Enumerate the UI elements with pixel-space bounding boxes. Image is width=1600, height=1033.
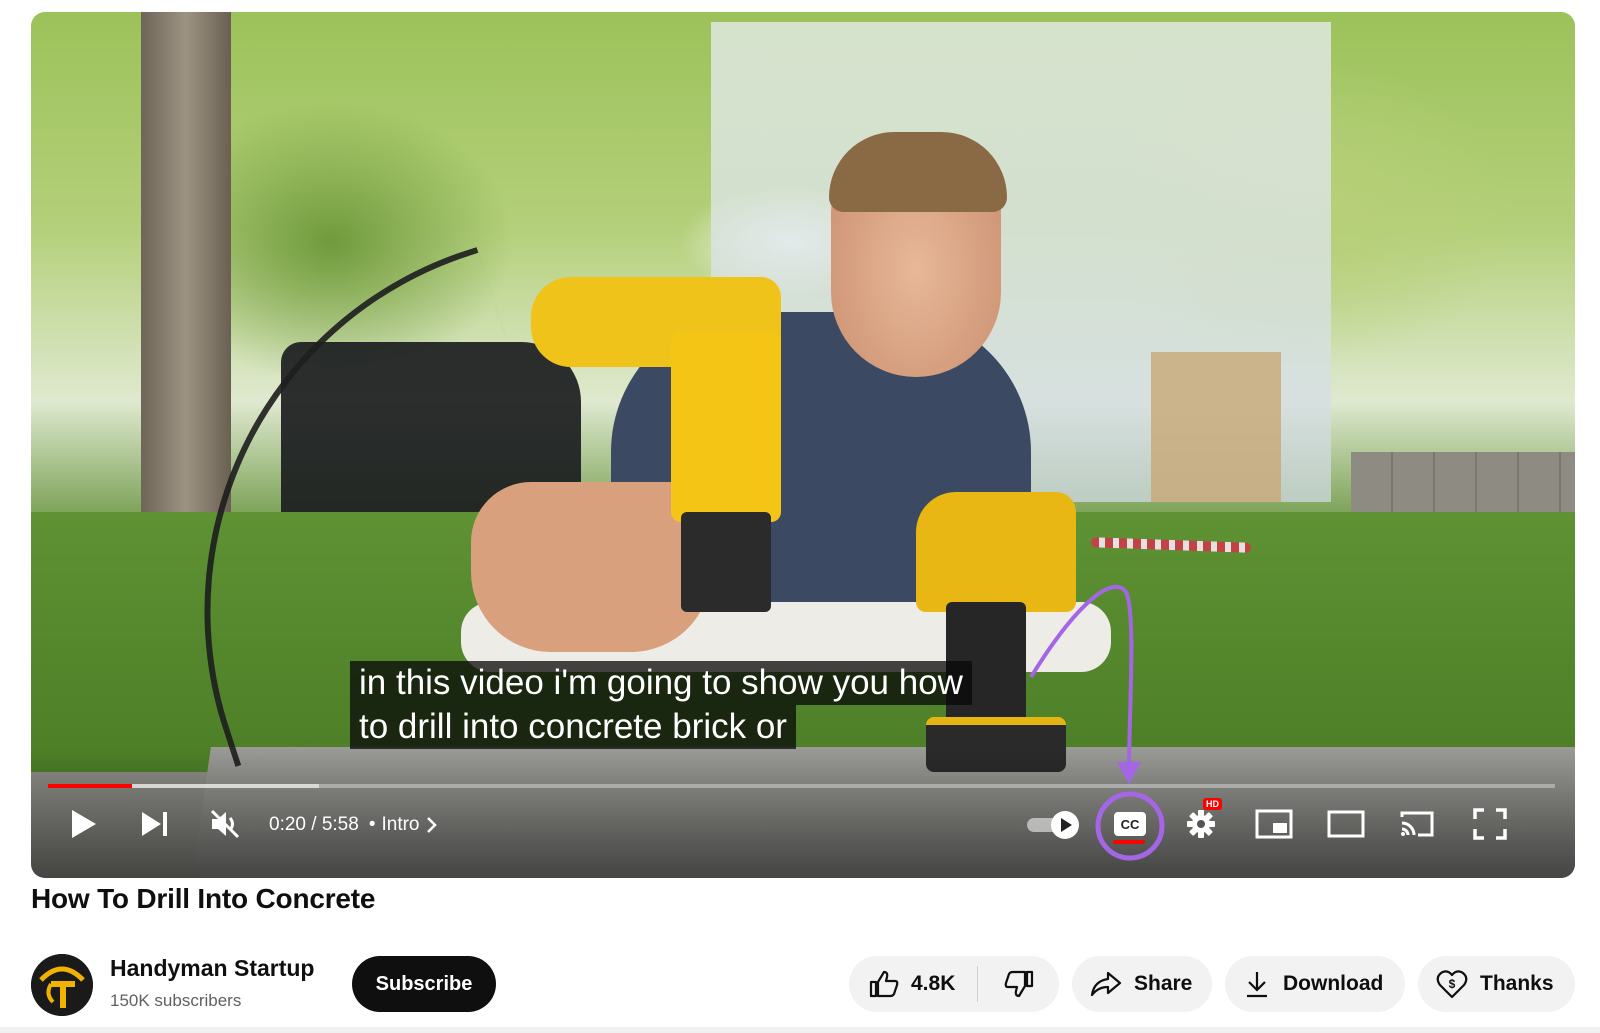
fullscreen-button[interactable] — [1469, 804, 1511, 844]
play-button[interactable] — [63, 804, 103, 844]
time-display: 0:20 / 5:58 • Intro — [269, 812, 438, 838]
like-count: 4.8K — [911, 972, 956, 995]
autoplay-toggle[interactable] — [1025, 808, 1081, 842]
share-label: Share — [1134, 972, 1193, 995]
page-bottom-edge — [0, 1027, 1600, 1033]
video-title: How To Drill Into Concrete — [31, 883, 376, 914]
like-button[interactable]: 4.8K — [849, 956, 977, 1012]
miniplayer-button[interactable] — [1253, 804, 1295, 844]
duration: 5:58 — [321, 814, 359, 835]
thanks-label: Thanks — [1480, 972, 1554, 995]
dislike-button[interactable] — [978, 956, 1059, 1012]
next-button[interactable] — [135, 804, 175, 844]
chevron-right-icon — [426, 817, 437, 833]
gear-icon — [1187, 810, 1215, 838]
theater-mode-icon — [1327, 810, 1365, 838]
svg-text:$: $ — [1449, 977, 1456, 991]
thumbs-down-icon — [1004, 970, 1033, 998]
captions-overlay: in this video i'm going to show you how … — [350, 661, 972, 749]
subscribe-button[interactable]: Subscribe — [352, 956, 496, 1012]
channel-avatar[interactable] — [31, 954, 93, 1016]
download-icon — [1247, 972, 1267, 998]
closed-captions-icon: CC — [1114, 812, 1146, 836]
download-button[interactable]: Download — [1225, 956, 1405, 1012]
share-button[interactable]: Share — [1072, 956, 1212, 1012]
current-time: 0:20 — [269, 814, 306, 835]
subscriber-count: 150K subscribers — [110, 991, 242, 1010]
svg-text:CC: CC — [1121, 817, 1140, 832]
progress-played — [48, 784, 133, 788]
volume-muted-icon — [210, 809, 240, 839]
share-arrow-icon — [1090, 971, 1122, 997]
cast-button[interactable] — [1396, 804, 1438, 844]
mute-button[interactable] — [205, 804, 245, 844]
cast-icon — [1400, 811, 1434, 837]
like-dislike-group: 4.8K — [849, 956, 1059, 1012]
autoplay-toggle-icon — [1027, 811, 1079, 839]
video-player[interactable]: in this video i'm going to show you how … — [31, 12, 1575, 878]
miniplayer-icon — [1255, 809, 1293, 839]
captions-active-indicator — [1113, 840, 1145, 844]
page: in this video i'm going to show you how … — [0, 0, 1600, 1033]
channel-logo-icon — [31, 954, 93, 1016]
fullscreen-icon — [1473, 808, 1507, 840]
caption-line-2: to drill into concrete brick or — [350, 705, 796, 749]
chapter-dot: • — [368, 814, 376, 835]
next-icon — [142, 812, 167, 836]
captions-button[interactable]: CC — [1103, 802, 1157, 846]
thanks-button[interactable]: $ Thanks — [1418, 956, 1575, 1012]
caption-line-1: in this video i'm going to show you how — [350, 661, 972, 705]
chapter-title: Intro — [381, 814, 420, 835]
time-separator: / — [311, 814, 317, 835]
heart-dollar-icon: $ — [1436, 970, 1468, 999]
hd-badge: HD — [1203, 798, 1222, 810]
play-icon — [72, 810, 96, 838]
theater-mode-button[interactable] — [1325, 804, 1367, 844]
chapter-button[interactable]: • Intro — [369, 814, 438, 836]
download-label: Download — [1283, 972, 1384, 995]
channel-name[interactable]: Handyman Startup — [110, 955, 314, 982]
thumbs-up-icon — [869, 970, 899, 998]
settings-button[interactable]: HD — [1181, 798, 1222, 844]
progress-bar[interactable] — [48, 784, 1555, 788]
